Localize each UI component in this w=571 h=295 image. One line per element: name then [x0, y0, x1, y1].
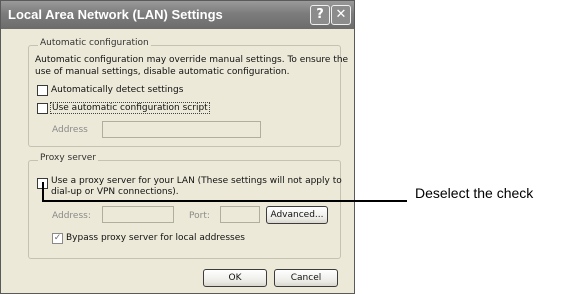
title-bar[interactable]: Local Area Network (LAN) Settings ? ✕ — [1, 1, 354, 29]
callout-line-vertical — [42, 182, 44, 201]
use-config-script-checkbox[interactable] — [37, 103, 48, 114]
auto-config-description-line2: use of manual settings, disable automati… — [35, 67, 290, 77]
close-button[interactable]: ✕ — [331, 5, 351, 25]
use-proxy-label-line1[interactable]: Use a proxy server for your LAN (These s… — [51, 176, 342, 186]
use-proxy-label-line2[interactable]: dial-up or VPN connections). — [51, 187, 179, 197]
use-config-script-label[interactable]: Use automatic configuration script — [50, 102, 210, 114]
automatic-configuration-legend: Automatic configuration — [38, 38, 151, 48]
bypass-local-label[interactable]: Bypass proxy server for local addresses — [66, 233, 245, 243]
script-address-input[interactable] — [102, 121, 261, 138]
bypass-local-checkbox[interactable]: ✓ — [52, 233, 63, 244]
automatically-detect-label[interactable]: Automatically detect settings — [51, 85, 183, 95]
cancel-button[interactable]: Cancel — [274, 269, 338, 287]
auto-config-description-line1: Automatic configuration may override man… — [35, 55, 349, 65]
proxy-address-input[interactable] — [102, 206, 174, 223]
proxy-server-legend: Proxy server — [38, 153, 99, 163]
ok-button[interactable]: OK — [203, 269, 267, 287]
proxy-port-input[interactable] — [220, 206, 260, 223]
proxy-address-label: Address: — [52, 211, 91, 221]
dialog-title: Local Area Network (LAN) Settings — [8, 7, 223, 22]
advanced-button[interactable]: Advanced... — [266, 206, 328, 224]
automatically-detect-checkbox[interactable] — [37, 85, 48, 96]
script-address-label: Address — [52, 125, 88, 135]
help-button[interactable]: ? — [310, 5, 330, 25]
callout-text: Deselect the check — [415, 185, 534, 201]
callout-line-horizontal — [42, 200, 407, 202]
lan-settings-dialog: Local Area Network (LAN) Settings ? ✕ Au… — [0, 0, 355, 294]
proxy-port-label: Port: — [189, 211, 210, 221]
